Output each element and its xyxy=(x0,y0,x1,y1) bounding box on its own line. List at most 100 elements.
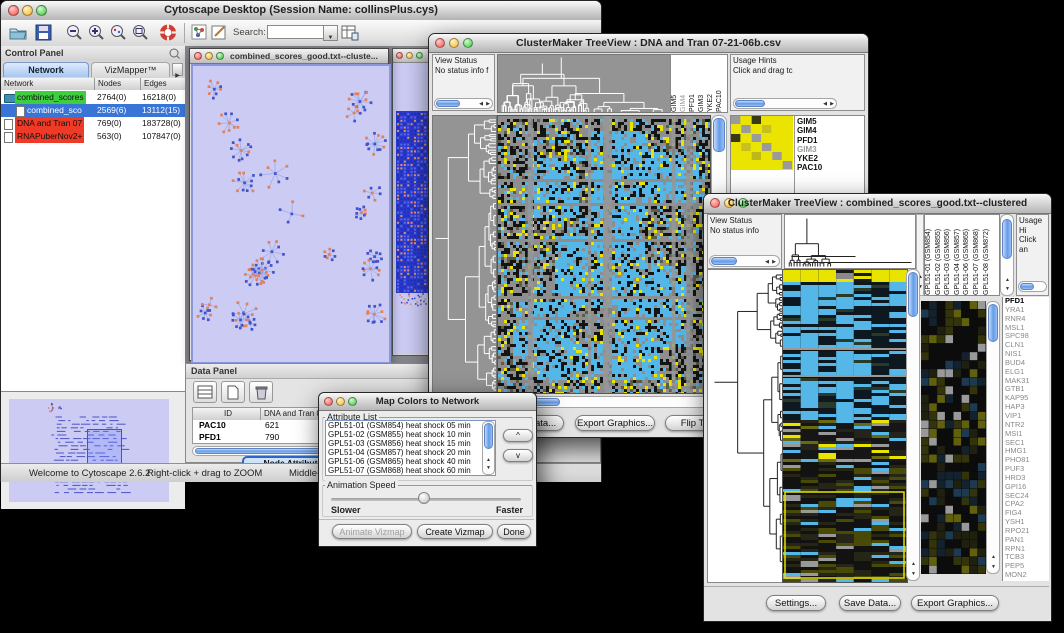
search-dropdown-button[interactable]: ▼ xyxy=(323,25,338,41)
create-vizmap-button[interactable]: Create Vizmap xyxy=(417,524,493,539)
minimize-button[interactable] xyxy=(205,52,213,60)
scrollbar-thumb[interactable] xyxy=(908,272,918,317)
arrow-up-icon[interactable]: ▲ xyxy=(991,555,996,560)
column-label-gpl51-06[interactable]: GPL51-06 (GSM865) xyxy=(963,215,973,295)
arrow-up-icon[interactable]: ▲ xyxy=(911,562,916,567)
col-header-id[interactable]: ID xyxy=(193,408,261,420)
gene-label-pfd1[interactable]: PFD1 xyxy=(797,136,822,145)
gene-label-yke2[interactable]: YKE2 xyxy=(797,154,822,163)
arrow-left-icon[interactable]: ◀ xyxy=(823,102,827,107)
help-lifesaver-icon[interactable] xyxy=(158,23,178,42)
arrow-up-icon[interactable]: ▲ xyxy=(1005,278,1010,283)
attribute-list-vscrollbar[interactable]: ▲ ▼ xyxy=(482,421,495,475)
usage-hints-hscrollbar[interactable] xyxy=(1018,281,1047,292)
export-graphics-button[interactable]: Export Graphics... xyxy=(911,595,999,611)
treeview1-column-dendrogram[interactable] xyxy=(497,54,671,113)
delete-attribute-button[interactable] xyxy=(249,381,273,403)
treeview2-row-dendrogram[interactable] xyxy=(707,269,784,583)
search-input[interactable] xyxy=(267,25,325,39)
scrollbar-thumb[interactable] xyxy=(436,100,460,107)
arrow-left-icon[interactable]: ◀ xyxy=(765,260,769,265)
scrollbar-thumb[interactable] xyxy=(988,304,998,342)
save-data-button[interactable]: Save Data... xyxy=(839,595,901,611)
treeview2-zoom-heatmap[interactable] xyxy=(921,301,986,574)
attribute-item[interactable]: GPL51-01 (GSM854) heat shock 05 min xyxy=(326,421,495,430)
network-list-row[interactable]: combined_sco2569(6)13112(15) xyxy=(1,104,185,117)
done-button[interactable]: Done xyxy=(497,524,531,539)
scrollbar-thumb[interactable] xyxy=(713,118,725,152)
open-file-icon[interactable] xyxy=(8,24,28,41)
network-list-row[interactable]: RNAPuberNov2+563(0)107847(0) xyxy=(1,130,185,143)
gene-label-gim4[interactable]: GIM4 xyxy=(797,126,822,135)
view-status-hscrollbar[interactable]: ◀ ▶ xyxy=(709,255,780,267)
treeview2-collabel-vscrollbar[interactable]: ▲ ▼ xyxy=(1000,214,1014,296)
column-label-gpl51-04[interactable]: GPL51-04 (GSM857) xyxy=(954,215,964,295)
annotation-icon[interactable] xyxy=(211,24,228,41)
scrollbar-thumb[interactable] xyxy=(1002,219,1012,259)
arrow-down-icon[interactable]: ▼ xyxy=(486,466,491,471)
arrow-left-icon[interactable]: ◀ xyxy=(479,102,483,107)
zoom-button[interactable] xyxy=(216,52,224,60)
zoom-selected-icon[interactable] xyxy=(109,24,128,41)
treeview1-zoom-heatmap[interactable] xyxy=(731,116,793,170)
scrollbar-thumb[interactable] xyxy=(1020,283,1034,290)
network-list-row[interactable]: DNA and Tran 07769(0)183728(0) xyxy=(1,117,185,130)
col-header-nodes[interactable]: Nodes xyxy=(95,78,141,90)
move-down-button[interactable]: v xyxy=(503,449,533,462)
gene-label-mon2[interactable]: MON2 xyxy=(1005,571,1049,580)
arrow-right-icon[interactable]: ▶ xyxy=(830,102,834,107)
column-label-gpl51-02[interactable]: GPL51-02 (GSM855) xyxy=(935,215,945,295)
scrollbar-thumb[interactable] xyxy=(484,423,493,449)
treeview2-zoom-vscrollbar[interactable]: ▲ ▼ xyxy=(986,301,1000,574)
gene-label-gim5[interactable]: GIM5 xyxy=(797,117,822,126)
treeview1-row-dendrogram[interactable] xyxy=(432,115,497,394)
arrow-up-icon[interactable]: ▲ xyxy=(486,458,491,463)
animate-vizmap-button[interactable]: Animate Vizmap xyxy=(332,524,412,539)
col-header-edges[interactable]: Edges xyxy=(141,78,185,90)
save-icon[interactable] xyxy=(35,24,53,41)
select-attributes-button[interactable] xyxy=(193,381,217,403)
new-attribute-button[interactable] xyxy=(221,381,245,403)
column-label-gpl51-01[interactable]: GPL51-01 (GSM854) xyxy=(925,215,935,295)
column-label-gim3[interactable]: GIM3 xyxy=(698,55,707,112)
column-label-yke2[interactable]: YKE2 xyxy=(707,55,716,112)
view-status-hscrollbar[interactable]: ◀ ▶ xyxy=(434,98,493,109)
settings-button[interactable]: Settings... xyxy=(766,595,826,611)
more-tabs-button[interactable]: ▶ xyxy=(172,63,183,76)
usage-hints-hscrollbar[interactable]: ◀ ▶ xyxy=(733,98,837,109)
treeview2-column-dendrogram[interactable] xyxy=(784,214,916,269)
attribute-item[interactable]: GPL51-07 (GSM868) heat shock 60 min xyxy=(326,466,495,475)
float-panel-icon[interactable] xyxy=(169,48,180,59)
arrow-right-icon[interactable]: ▶ xyxy=(772,260,776,265)
column-label-pac10[interactable]: PAC10 xyxy=(716,55,725,112)
column-label-gim4[interactable]: GIM4 xyxy=(680,55,689,112)
network-view-canvas-1[interactable] xyxy=(191,64,391,364)
zoom-button[interactable] xyxy=(416,52,423,59)
attribute-item[interactable]: GPL51-03 (GSM856) heat shock 15 min xyxy=(326,439,495,448)
network-overview-icon[interactable] xyxy=(191,24,207,41)
birdseye-view[interactable] xyxy=(9,399,169,502)
zoom-in-icon[interactable] xyxy=(87,24,106,41)
column-label-gpl51-08[interactable]: GPL51-08 (GSM872) xyxy=(983,215,993,295)
scrollbar-thumb[interactable] xyxy=(735,100,765,107)
zoom-out-icon[interactable] xyxy=(65,24,84,41)
move-up-button[interactable]: ^ xyxy=(503,429,533,442)
table-import-icon[interactable] xyxy=(341,24,359,41)
col-header-network[interactable]: Network xyxy=(1,78,95,90)
treeview1-heatmap[interactable] xyxy=(497,115,711,394)
arrow-down-icon[interactable]: ▼ xyxy=(991,565,996,570)
minimize-button[interactable] xyxy=(406,52,413,59)
column-label-gim5[interactable]: GIM5 xyxy=(671,55,680,112)
export-graphics-button[interactable]: Export Graphics... xyxy=(575,415,655,431)
attribute-item[interactable]: GPL51-04 (GSM857) heat shock 20 min xyxy=(326,448,495,457)
treeview2-vscrollbar[interactable]: ▲ ▼ xyxy=(906,269,920,581)
column-label-gpl51-03[interactable]: GPL51-03 (GSM856) xyxy=(944,215,954,295)
column-label-pfd1[interactable]: PFD1 xyxy=(689,55,698,112)
zoom-fit-icon[interactable] xyxy=(131,24,150,41)
column-label-gpl51-07[interactable]: GPL51-07 (GSM868) xyxy=(973,215,983,295)
gene-label-gim3[interactable]: GIM3 xyxy=(797,145,822,154)
tab-vizmapper[interactable]: VizMapper™ xyxy=(91,62,170,77)
attribute-item[interactable]: GPL51-06 (GSM865) heat shock 40 min xyxy=(326,457,495,466)
scrollbar-thumb[interactable] xyxy=(711,257,737,265)
arrow-right-icon[interactable]: ▶ xyxy=(486,102,490,107)
